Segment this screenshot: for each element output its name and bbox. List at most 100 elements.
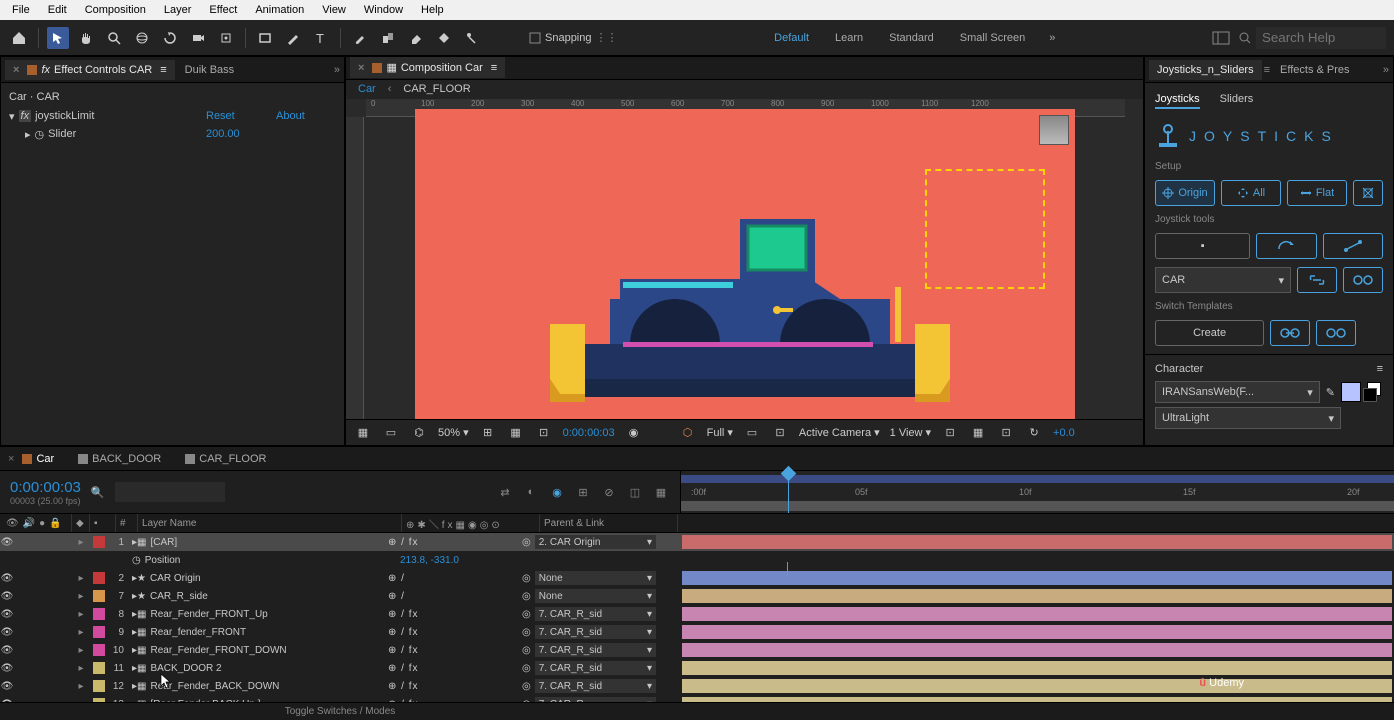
tab-joysticks-n-sliders[interactable]: Joysticks_n_Sliders [1149,60,1262,80]
workspace-default[interactable]: Default [764,32,819,44]
selection-tool-icon[interactable] [47,27,69,49]
layer-name[interactable]: ▸▦Rear_fender_FRONT [128,627,380,638]
layer-bar[interactable] [682,535,1392,549]
graph-editor-icon[interactable]: ⊞ [574,483,592,501]
template-unlink-button[interactable] [1316,320,1356,346]
pickwhip-icon[interactable]: ◎ [522,699,531,703]
visibility-toggle[interactable]: 👁 [0,627,14,638]
label-color[interactable] [93,662,105,674]
canvas[interactable] [415,109,1075,419]
layer-bar[interactable] [682,679,1392,693]
pickwhip-icon[interactable]: ◎ [522,663,531,674]
twirl-icon[interactable]: ▸ [72,609,90,620]
pickwhip-icon[interactable]: ◎ [522,591,531,602]
slider-value[interactable]: 200.00 [206,128,276,140]
parent-dropdown[interactable]: 7. CAR_R_sid▾ [535,661,656,675]
workspace-overflow-icon[interactable]: » [1041,32,1063,44]
pen-tool-icon[interactable] [282,27,304,49]
label-color[interactable] [93,536,105,548]
menu-composition[interactable]: Composition [77,2,154,18]
view-dropdown[interactable]: 1 View ▾ [890,426,931,439]
panel-menu-icon[interactable]: ≡ [1377,363,1383,375]
motion-blur-icon[interactable]: ◉ [548,483,566,501]
visibility-toggle[interactable]: 👁 [0,663,14,674]
brush-tool-icon[interactable] [349,27,371,49]
zoom-tool-icon[interactable] [103,27,125,49]
breadcrumb-current[interactable]: Car [358,83,376,95]
render-icon[interactable]: ▦ [652,483,670,501]
bg-swatch[interactable] [1363,388,1377,402]
workspace-small[interactable]: Small Screen [950,32,1035,44]
tab-effects-presets[interactable]: Effects & Pres [1272,60,1358,80]
visibility-toggle[interactable]: 👁 [0,591,14,602]
home-icon[interactable] [8,27,30,49]
twirl-icon[interactable]: ▸ [72,699,90,703]
layer-bar[interactable] [682,643,1392,657]
layer-name[interactable]: ▸▦Rear_Fender_BACK_DOWN [128,681,380,692]
twirl-icon[interactable]: ▸ [72,681,90,692]
layer-bar[interactable] [682,697,1392,702]
parent-dropdown[interactable]: 2. CAR Origin▾ [535,535,656,549]
3d-icon[interactable]: ⊡ [941,426,959,439]
ruler-icon[interactable]: ⊡ [535,426,553,439]
timeline-search[interactable] [115,482,225,502]
font-family-select[interactable]: IRANSansWeb(F...▾ [1155,381,1320,403]
parent-link[interactable]: ◎7. CAR_R_sid▾ [518,643,656,657]
flat-button[interactable]: Flat [1287,180,1347,206]
layer-bar[interactable] [682,589,1392,603]
center-button[interactable]: ▪ [1155,233,1250,259]
twirl-icon[interactable]: ▸ [72,645,90,656]
timeline-tab-car[interactable]: ×Car [8,453,54,465]
layer-row[interactable]: 👁▸8▸▦Rear_Fender_FRONT_Up⊕ / fx◎7. CAR_R… [0,605,1394,623]
resolution-dropdown[interactable]: Full ▾ [707,426,733,439]
menu-view[interactable]: View [314,2,354,18]
line-button[interactable] [1323,233,1383,259]
frame-blend-icon[interactable]: ◐ [522,483,540,501]
time-display[interactable]: 0:00:00:03 [563,427,615,439]
puppet-tool-icon[interactable] [461,27,483,49]
parent-link[interactable]: ◎7. CAR_R_sid▾ [518,607,656,621]
layer-switches[interactable]: ⊕ / fx [380,627,518,638]
snapshot-icon[interactable]: ◉ [625,426,643,439]
crop-button[interactable] [1353,180,1383,206]
transparency-grid-icon[interactable]: ▦ [354,426,372,439]
subtab-joysticks[interactable]: Joysticks [1155,93,1200,109]
timeline-tab-backdoor[interactable]: BACK_DOOR [78,453,161,465]
guides-icon[interactable]: ▦ [507,426,525,439]
toggle-switches-link[interactable]: Toggle Switches / Modes [285,706,396,717]
parent-link[interactable]: ◎ None▾ [518,589,656,603]
parent-dropdown[interactable]: None▾ [535,589,656,603]
create-button[interactable]: Create [1155,320,1264,346]
all-button[interactable]: All [1221,180,1281,206]
view-layout-icon[interactable]: ▦ [969,426,987,439]
clone-tool-icon[interactable] [377,27,399,49]
roto-tool-icon[interactable] [433,27,455,49]
parent-dropdown[interactable]: 7. CAR_R_sid▾ [535,607,656,621]
layer-switches[interactable]: ⊕ / fx [380,681,518,692]
time-ruler[interactable]: :00f 05f 10f 15f 20f [680,471,1394,513]
property-row[interactable]: ◷Position213.8, -331.0 [0,551,1394,569]
type-tool-icon[interactable]: T [310,27,332,49]
layer-name[interactable]: ▸▦Rear_Fender_FRONT_Up [128,609,380,620]
twirl-icon[interactable]: ▾ [9,110,15,123]
layer-switches[interactable]: ⊕ / [380,573,518,584]
twirl-icon[interactable]: ▸ [72,627,90,638]
visibility-toggle[interactable]: 👁 [0,573,14,584]
rotate-tool-icon[interactable] [159,27,181,49]
pickwhip-icon[interactable]: ◎ [522,573,531,584]
menu-layer[interactable]: Layer [156,2,200,18]
pickwhip-icon[interactable]: ◎ [522,681,531,692]
label-color[interactable] [93,680,105,692]
layer-switches[interactable]: ⊕ / fx [380,609,518,620]
pan-behind-tool-icon[interactable] [215,27,237,49]
layer-bar[interactable] [682,625,1392,639]
timeline-tab-carfloor[interactable]: CAR_FLOOR [185,453,266,465]
menu-file[interactable]: File [4,2,38,18]
layer-row[interactable]: 👁▸1▸▦[CAR]⊕ / fx◎2. CAR Origin▾ [0,533,1394,551]
layer-name[interactable]: ▸▦Rear_Fender_FRONT_DOWN [128,645,380,656]
workspace-menu-icon[interactable] [1210,27,1232,49]
parent-link[interactable]: ◎None▾ [518,571,656,585]
joystick-select[interactable]: CAR▾ [1155,267,1291,293]
layer-switches[interactable]: ⊕ / [380,591,518,602]
visibility-toggle[interactable]: 👁 [0,699,14,703]
